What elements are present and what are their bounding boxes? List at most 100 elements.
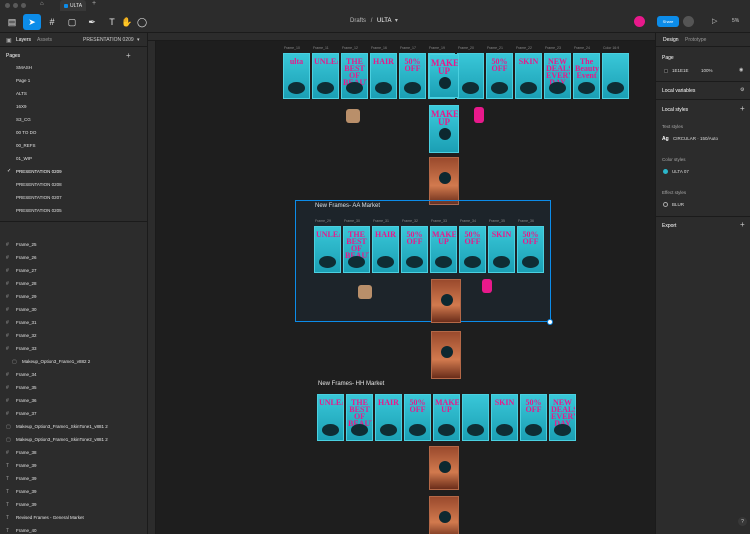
layer-row[interactable]: ▢ Makeup_Option3_Frame1_SkinTone1_v881 2	[6, 420, 146, 433]
eye-icon[interactable]: ◉	[739, 67, 743, 73]
layer-row[interactable]: # Frame_28	[6, 277, 146, 290]
layer-row[interactable]: T Frame_39	[6, 472, 146, 485]
page-item[interactable]: PRESENTATION 0207	[16, 195, 62, 200]
frame-label[interactable]: Frame_35	[489, 219, 505, 223]
frame-label[interactable]: Frame_24	[574, 46, 590, 50]
layer-row[interactable]: T Revised Frames - General Market	[6, 511, 146, 524]
layer-row[interactable]: # Frame_33	[6, 342, 146, 355]
layers-panel-icon[interactable]: ▣	[6, 37, 12, 44]
new-tab-icon[interactable]: +	[92, 0, 96, 7]
frame-label[interactable]: Frame_33	[431, 219, 447, 223]
ad-frame[interactable]: HAIR	[372, 226, 399, 273]
page-item[interactable]: PRESENTATION 0208	[16, 182, 62, 187]
frame-label[interactable]: Frame_11	[313, 46, 329, 50]
frame-label[interactable]: Frame_16	[371, 46, 387, 50]
product-sticker[interactable]	[482, 279, 492, 293]
ad-frame[interactable]: HAIR	[370, 53, 397, 99]
layer-row[interactable]: # Frame_31	[6, 316, 146, 329]
tab-prototype[interactable]: Prototype	[685, 37, 706, 43]
skintone-tall-frame[interactable]	[429, 157, 459, 205]
page-item-selected[interactable]: PRESENTATION 0209	[16, 169, 62, 174]
variables-icon[interactable]: ⚙	[740, 87, 744, 93]
ad-frame[interactable]: UNLEASH	[314, 226, 341, 273]
layer-row[interactable]: # Frame_25	[6, 238, 146, 251]
ad-frame[interactable]: SKIN	[515, 53, 542, 99]
frame-label[interactable]: Frame_22	[516, 46, 532, 50]
frame-label[interactable]: Frame_32	[402, 219, 418, 223]
ad-frame[interactable]: 50% OFF	[401, 226, 428, 273]
help-icon[interactable]: ?	[738, 517, 747, 526]
page-color-swatch[interactable]	[664, 69, 668, 73]
section-title-hh[interactable]: New Frames- HH Market	[318, 381, 384, 387]
ad-frame[interactable]: 50% OFF	[520, 394, 547, 441]
layer-row[interactable]: # Frame_38	[6, 446, 146, 459]
ad-frame[interactable]: MAKE UP	[433, 394, 460, 441]
frame-label[interactable]: Frame_17	[400, 46, 416, 50]
frame-tool-icon[interactable]: #	[43, 14, 61, 30]
page-item[interactable]: 01_WIP	[16, 156, 32, 161]
frame-label[interactable]: Frame_36	[518, 219, 534, 223]
chevron-down-icon[interactable]: ▾	[137, 37, 140, 43]
close-window-icon[interactable]	[5, 3, 10, 8]
ad-frame[interactable]: THE BEST OF BEAUTY	[341, 53, 368, 99]
frame-label[interactable]: Frame_21	[487, 46, 503, 50]
shape-tool-icon[interactable]: ▢	[63, 14, 81, 30]
page-opacity-value[interactable]: 100%	[701, 68, 713, 73]
frame-label[interactable]: Frame_30	[344, 219, 360, 223]
page-item[interactable]: 16X9	[16, 104, 27, 109]
document-breadcrumb[interactable]: Drafts / ULTA ▾	[350, 17, 398, 24]
page-item[interactable]: Page 1	[16, 78, 30, 83]
frame-label[interactable]: Frame_20	[458, 46, 474, 50]
add-export-icon[interactable]: +	[740, 220, 745, 229]
add-page-icon[interactable]: +	[126, 51, 131, 60]
ad-frame[interactable]: 50% OFF	[459, 226, 486, 273]
add-style-icon[interactable]: +	[740, 104, 745, 113]
ad-frame[interactable]: UNLEASH	[312, 53, 339, 99]
frame-label[interactable]: Frame_12	[342, 46, 358, 50]
pen-tool-icon[interactable]: ✒	[83, 14, 101, 30]
layer-row[interactable]: # Frame_29	[6, 290, 146, 303]
frame-label[interactable]: Frame_29	[315, 219, 331, 223]
resize-handle[interactable]	[547, 319, 553, 325]
minimize-window-icon[interactable]	[13, 3, 18, 8]
layer-row[interactable]: # Frame_36	[6, 394, 146, 407]
product-sticker[interactable]	[346, 109, 360, 123]
share-button[interactable]: Share	[657, 16, 679, 27]
ad-frame[interactable]: 50% OFF	[399, 53, 426, 99]
user-avatar[interactable]	[634, 16, 645, 27]
ad-frame[interactable]: THE BEST OF BEAUTY	[343, 226, 370, 273]
tab-design[interactable]: Design	[663, 37, 679, 43]
zoom-level[interactable]: 5%	[732, 18, 739, 24]
layer-row[interactable]: T Frame_39	[6, 485, 146, 498]
frame-label[interactable]: Color 16:9	[603, 46, 619, 50]
drafts-link[interactable]: Drafts	[350, 18, 366, 24]
frame-label[interactable]: Frame_31	[373, 219, 389, 223]
layer-row[interactable]: # Frame_37	[6, 407, 146, 420]
page-item[interactable]: 00 TO DO	[16, 130, 36, 135]
layer-row[interactable]: # Frame_34	[6, 368, 146, 381]
page-item[interactable]: PRESENTATION 0205	[16, 208, 62, 213]
frame-label[interactable]: Frame_10	[284, 46, 300, 50]
ad-frame[interactable]: THE BEST OF BEAUTY	[346, 394, 373, 441]
file-tab[interactable]: ULTA	[60, 0, 86, 11]
tab-assets[interactable]: Assets	[37, 37, 52, 43]
page-item[interactable]: SMASH	[16, 65, 32, 70]
layer-row[interactable]: # Frame_27	[6, 264, 146, 277]
effect-style-item[interactable]: BLUR	[672, 202, 684, 207]
skintone-tall-frame[interactable]	[429, 496, 459, 534]
skintone-tall-frame[interactable]	[431, 279, 461, 323]
makeup-tall-frame[interactable]: MAKE UP	[429, 105, 459, 153]
layer-row[interactable]: T Frame_39	[6, 459, 146, 472]
document-name[interactable]: ULTA	[377, 18, 391, 24]
ad-frame[interactable]: NEW DEALS EVERY DAY	[544, 53, 571, 99]
ad-frame[interactable]: UNLEASH	[317, 394, 344, 441]
ad-frame[interactable]: The Beauty Event	[573, 53, 600, 99]
ad-frame[interactable]	[602, 53, 629, 99]
product-sticker[interactable]	[474, 107, 484, 123]
ad-frame[interactable]	[462, 394, 489, 441]
page-color-value[interactable]: 1E1E1E	[672, 68, 689, 73]
ad-frame[interactable]: NEW DEALS EVERY DAY	[549, 394, 576, 441]
layer-row[interactable]: # Frame_35	[6, 381, 146, 394]
frame-label[interactable]: Frame_19	[429, 46, 445, 50]
export-section[interactable]: Export	[662, 223, 676, 229]
